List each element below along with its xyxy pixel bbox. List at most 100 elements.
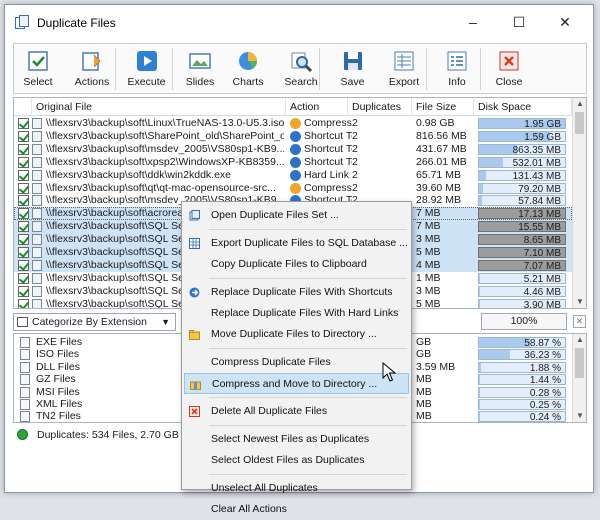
toolbar-slides-button[interactable]: Slides xyxy=(177,46,223,91)
menu-item-compress-and-move-to-directory[interactable]: Compress and Move to Directory ... xyxy=(184,373,409,394)
disk-space-bar: 532.01 MB xyxy=(478,157,566,168)
menu-item-replace-duplicate-files-with-hard-links[interactable]: Replace Duplicate Files With Hard Links xyxy=(184,303,409,324)
toolbar-select-button[interactable]: Select xyxy=(14,46,62,91)
disk-space-bar: 1.95 GB xyxy=(478,118,566,129)
header-disk-space[interactable]: Disk Space xyxy=(474,98,572,116)
original-file-cell: \\flexsrv3\backup\soft\qt\qt-mac-opensou… xyxy=(46,182,284,195)
menu-item-clear-all-actions[interactable]: Clear All Actions xyxy=(184,499,409,520)
checkbox-checked-icon[interactable] xyxy=(18,299,29,309)
toolbar-export-button[interactable]: Export xyxy=(378,46,430,91)
toolbar-close-button[interactable]: Close xyxy=(485,46,533,91)
checkbox-checked-icon[interactable] xyxy=(18,273,29,284)
checkbox-checked-icon[interactable] xyxy=(18,234,29,245)
category-file-icon xyxy=(20,349,30,360)
table-row[interactable]: \\flexsrv3\backup\soft\msdev_2005\VS80sp… xyxy=(14,143,572,156)
disk-space-bar: 15.55 MB xyxy=(478,221,566,232)
menu-item-select-oldest-files-as-duplicates[interactable]: Select Oldest Files as Duplicates xyxy=(184,450,409,471)
toolbar-save-button[interactable]: Save xyxy=(330,46,375,91)
checkbox-checked-icon[interactable] xyxy=(18,131,29,142)
menu-item-replace-duplicate-files-with-shortcuts[interactable]: Replace Duplicate Files With Shortcuts xyxy=(184,282,409,303)
menu-item-unselect-all-duplicates[interactable]: Unselect All Duplicates xyxy=(184,478,409,499)
toolbar-execute-button[interactable]: Execute xyxy=(120,46,173,91)
menu-item-open-duplicate-files-set[interactable]: Open Duplicate Files Set ... xyxy=(184,205,409,226)
file-icon xyxy=(32,273,42,284)
scroll-thumb[interactable] xyxy=(575,348,584,378)
table-row[interactable]: \\flexsrv3\backup\soft\qt\qt-mac-opensou… xyxy=(14,182,572,195)
checkbox-checked-icon[interactable] xyxy=(18,183,29,194)
checkbox-checked-icon[interactable] xyxy=(18,208,29,219)
database-icon xyxy=(189,238,200,249)
file-icon xyxy=(32,234,42,245)
table-row[interactable]: \\flexsrv3\backup\soft\Linux\TrueNAS-13.… xyxy=(14,117,572,130)
header-original-file[interactable]: Original File xyxy=(32,98,286,116)
category-size-cell: MB xyxy=(416,410,472,423)
categorize-combo[interactable]: Categorize By Extension ▼ xyxy=(13,313,176,331)
scroll-thumb[interactable] xyxy=(575,112,584,134)
header-duplicates[interactable]: Duplicates xyxy=(348,98,412,116)
shortcut-icon xyxy=(189,287,200,298)
category-scrollbar[interactable]: ▲ ▼ xyxy=(572,334,586,422)
status-ok-icon xyxy=(17,429,28,440)
table-row[interactable]: \\flexsrv3\backup\soft\SharePoint_old\Sh… xyxy=(14,130,572,143)
scroll-down-icon[interactable]: ▼ xyxy=(573,410,587,422)
menu-item-select-newest-files-as-duplicates[interactable]: Select Newest Files as Duplicates xyxy=(184,429,409,450)
duplicates-cell: 2 xyxy=(352,117,392,130)
toolbar-info-button[interactable]: Info xyxy=(434,46,480,91)
categorize-combo-label: Categorize By Extension xyxy=(32,316,147,328)
minimize-button[interactable]: – xyxy=(451,9,495,35)
scroll-up-icon[interactable]: ▲ xyxy=(573,98,587,110)
checkbox-checked-icon[interactable] xyxy=(18,170,29,181)
window-close-button[interactable]: ✕ xyxy=(543,9,587,35)
duplicates-cell: 2 xyxy=(352,156,392,169)
table-row[interactable]: \\flexsrv3\backup\soft\xpsp2\WindowsXP-K… xyxy=(14,156,572,169)
checkbox-checked-icon[interactable] xyxy=(18,144,29,155)
checkbox-checked-icon[interactable] xyxy=(18,157,29,168)
category-space-fill xyxy=(479,375,480,384)
category-file-icon xyxy=(20,374,30,385)
category-size-cell: GB xyxy=(416,348,472,361)
file-size-cell: 4 MB xyxy=(416,259,472,272)
action-cell: Shortcut To:... xyxy=(304,156,352,169)
file-icon xyxy=(32,247,42,258)
original-file-cell: \\flexsrv3\backup\soft\SharePoint_old\Sh… xyxy=(46,130,284,143)
category-space-bar: 36.23 % xyxy=(478,349,566,360)
table-scrollbar[interactable]: ▲ ▼ xyxy=(572,98,586,308)
toolbar-charts-button[interactable]: Charts xyxy=(224,46,272,91)
close-category-icon[interactable]: ✕ xyxy=(573,315,586,328)
menu-item-move-duplicate-files-to-directory[interactable]: Move Duplicate Files to Directory ... xyxy=(184,324,409,345)
original-file-cell: \\flexsrv3\backup\soft\xpsp2\WindowsXP-K… xyxy=(46,156,284,169)
checkbox-checked-icon[interactable] xyxy=(18,221,29,232)
compress-move-icon xyxy=(190,379,201,390)
chevron-down-icon: ▼ xyxy=(161,314,170,330)
table-row[interactable]: \\flexsrv3\backup\soft\ddk\win2kddk.exeH… xyxy=(14,169,572,182)
scroll-down-icon[interactable]: ▼ xyxy=(573,296,587,308)
action-icon xyxy=(290,170,301,181)
disk-space-bar: 57.84 MB xyxy=(478,195,566,206)
toolbar-separator xyxy=(172,48,173,90)
disk-space-bar: 8.65 MB xyxy=(478,234,566,245)
move-icon xyxy=(189,329,200,340)
checkbox-checked-icon[interactable] xyxy=(18,260,29,271)
action-cell: Hard Link T... xyxy=(304,169,352,182)
mouse-cursor-icon xyxy=(382,362,396,382)
category-name-cell: TN2 Files xyxy=(36,410,186,423)
disk-space-bar: 79.20 MB xyxy=(478,183,566,194)
header-action[interactable]: Action xyxy=(286,98,348,116)
category-size-cell: 3.59 MB xyxy=(416,361,472,374)
menu-item-export-duplicate-files-to-sql-database[interactable]: Export Duplicate Files to SQL Database .… xyxy=(184,233,409,254)
disk-space-fill xyxy=(479,145,517,154)
checkbox-checked-icon[interactable] xyxy=(18,118,29,129)
maximize-button[interactable]: ☐ xyxy=(497,9,541,35)
header-file-size[interactable]: File Size xyxy=(412,98,474,116)
menu-item-label: Select Oldest Files as Duplicates xyxy=(211,454,364,466)
original-file-cell: \\flexsrv3\backup\soft\Linux\TrueNAS-13.… xyxy=(46,117,284,130)
duplicates-cell: 2 xyxy=(352,130,392,143)
checkbox-checked-icon[interactable] xyxy=(18,247,29,258)
menu-item-compress-duplicate-files[interactable]: Compress Duplicate Files xyxy=(184,352,409,373)
checkbox-checked-icon[interactable] xyxy=(18,195,29,206)
checkbox-checked-icon[interactable] xyxy=(18,286,29,297)
menu-item-delete-all-duplicate-files[interactable]: Delete All Duplicate Files xyxy=(184,401,409,422)
toolbar-actions-button[interactable]: Actions xyxy=(66,46,118,91)
menu-item-copy-duplicate-files-to-clipboard[interactable]: Copy Duplicate Files to Clipboard xyxy=(184,254,409,275)
scroll-up-icon[interactable]: ▲ xyxy=(573,334,587,346)
